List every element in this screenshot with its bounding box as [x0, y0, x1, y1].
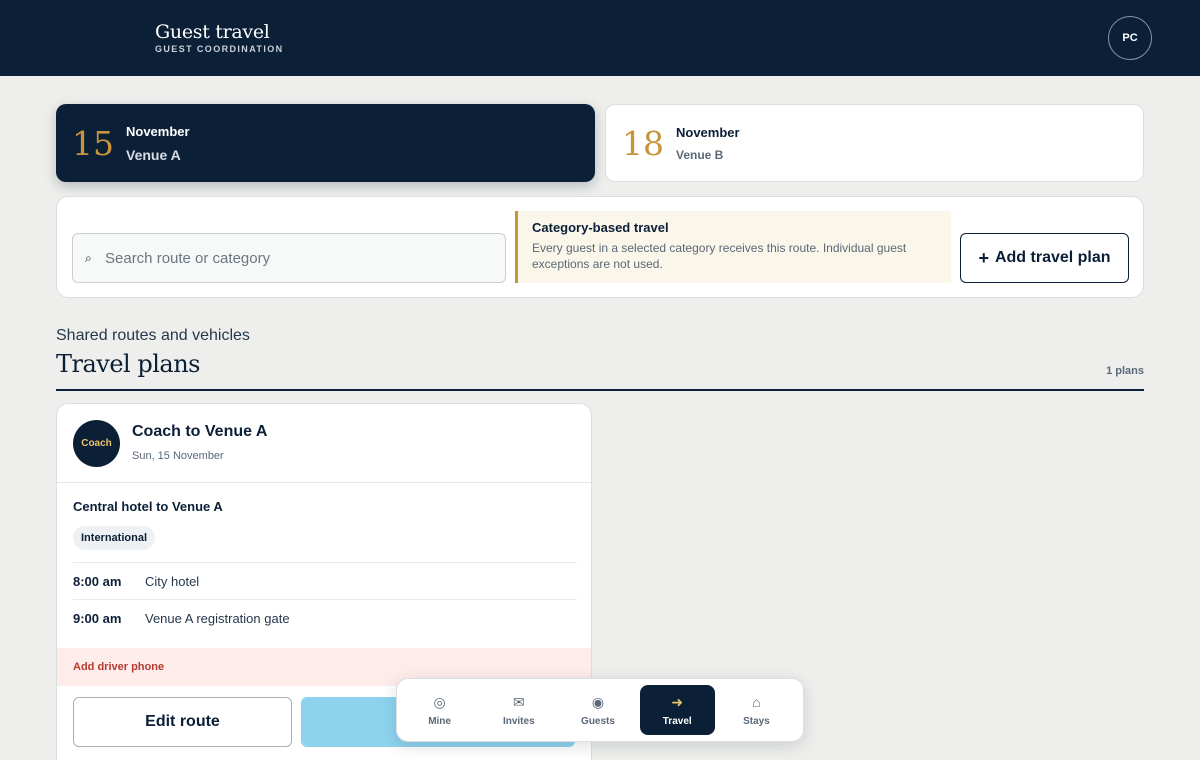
section-divider: [56, 389, 1144, 391]
nav-item-stays[interactable]: ⌂ Stays: [719, 685, 794, 735]
nav-label: Travel: [662, 716, 692, 727]
day-number: 15: [72, 123, 114, 163]
day-card-venue-a[interactable]: 15 November Venue A: [56, 104, 595, 182]
user-avatar[interactable]: PC: [1108, 16, 1152, 60]
nav-label: Stays: [743, 716, 770, 727]
plus-icon: +: [978, 247, 989, 268]
section-subtitle: Shared routes and vehicles: [56, 327, 250, 344]
search-input[interactable]: [105, 249, 495, 267]
day-month: November: [676, 124, 740, 140]
add-travel-plan-button[interactable]: + Add travel plan: [960, 233, 1129, 283]
envelope-icon: ✉: [512, 694, 525, 710]
route-stop: 9:00 am Venue A registration gate: [73, 599, 577, 636]
stop-place: City hotel: [145, 573, 200, 589]
stop-place: Venue A registration gate: [145, 610, 290, 626]
day-venue: Venue B: [676, 147, 724, 162]
nav-label: Invites: [502, 716, 535, 727]
category-notice: Category-based travel Every guest in a s…: [515, 211, 951, 283]
plan-date: Sun, 15 November: [132, 450, 224, 462]
nav-item-invites[interactable]: ✉ Invites: [481, 685, 556, 735]
nav-item-mine[interactable]: ◎ Mine: [402, 685, 477, 735]
nav-label: Guests: [581, 716, 615, 727]
add-travel-plan-label: Add travel plan: [994, 249, 1111, 266]
nav-item-guests[interactable]: ◉ Guests: [560, 685, 635, 735]
home-icon: ⌂: [752, 694, 761, 710]
nav-label: Mine: [428, 716, 451, 727]
travel-toolbar: ⌕ Category-based travel Every guest in a…: [56, 196, 1144, 298]
edit-route-button[interactable]: Edit route: [73, 697, 292, 747]
day-number: 18: [622, 123, 664, 163]
day-card-venue-b[interactable]: 18 November Venue B: [605, 104, 1144, 182]
guests-icon: ◉: [591, 694, 605, 710]
app-subtitle: GUEST COORDINATION: [155, 44, 284, 54]
bottom-nav: ◎ Mine ✉ Invites ◉ Guests ➜ Travel ⌂ Sta…: [396, 678, 804, 742]
plan-title: Coach to Venue A: [132, 423, 268, 440]
app-header: Guest travel GUEST COORDINATION PC: [0, 0, 1200, 76]
vehicle-badge: Coach: [73, 420, 120, 467]
app-title: Guest travel: [155, 21, 270, 43]
plan-header: Coach Coach to Venue A Sun, 15 November: [57, 404, 591, 483]
category-tag: International: [73, 526, 156, 550]
notice-title: Category-based travel: [532, 220, 669, 235]
nav-item-travel[interactable]: ➜ Travel: [639, 685, 715, 735]
target-icon: ◎: [433, 694, 446, 710]
day-venue: Venue A: [126, 146, 181, 163]
section-title: Travel plans: [56, 350, 200, 378]
route-stop: 8:00 am City hotel: [73, 562, 577, 599]
day-month: November: [126, 123, 190, 139]
search-icon: ⌕: [85, 250, 92, 265]
notice-body: Every guest in a selected category recei…: [532, 241, 907, 271]
plan-count: 1 plans: [1106, 365, 1144, 377]
stop-time: 9:00 am: [73, 610, 122, 626]
search-box[interactable]: ⌕: [72, 233, 506, 283]
arrow-right-icon: ➜: [671, 694, 684, 710]
stop-time: 8:00 am: [73, 573, 122, 589]
route-name: Central hotel to Venue A: [73, 499, 223, 514]
